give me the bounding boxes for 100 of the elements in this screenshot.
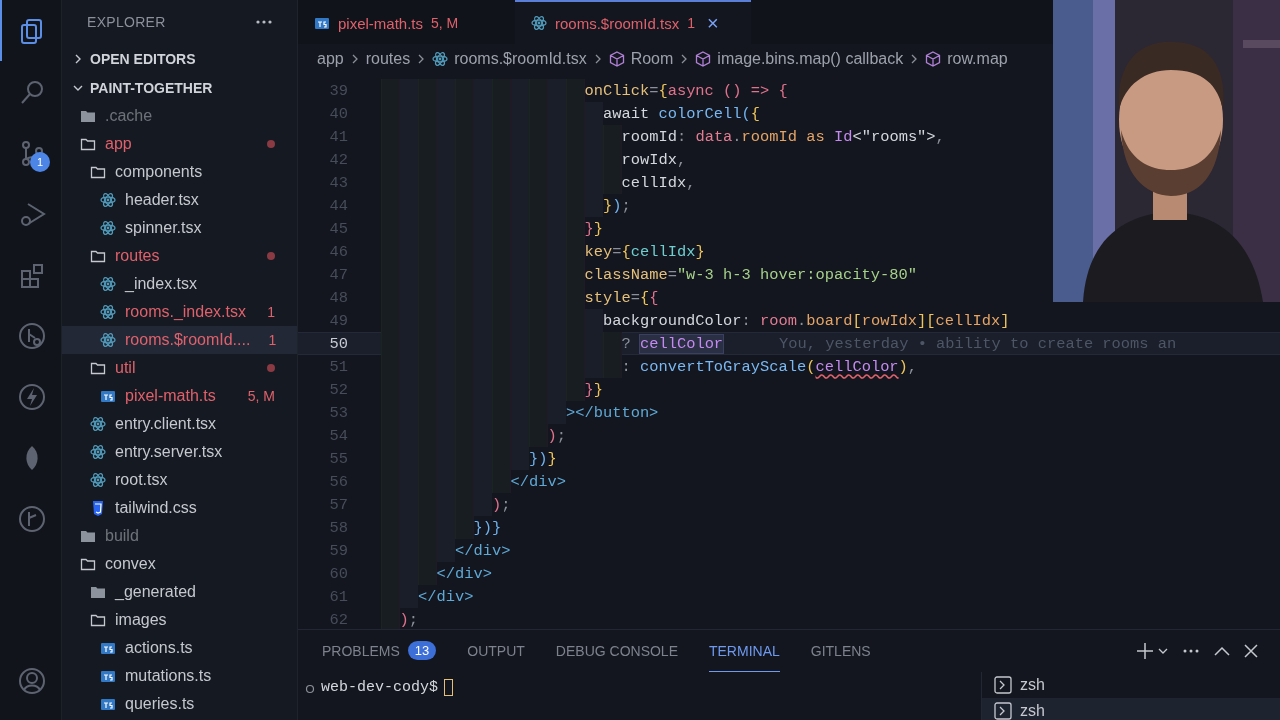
editor-tab[interactable]: pixel-math.ts 5, M <box>298 0 515 44</box>
status-label: 5, M <box>431 15 459 31</box>
section-header[interactable]: PAINT-TOGETHER <box>62 73 297 102</box>
activity-button[interactable]: 1 <box>0 122 61 183</box>
status-label: 5, M <box>247 388 275 404</box>
file-name[interactable]: rooms.$roomId.... <box>125 331 251 349</box>
terminal-item[interactable]: zsh <box>982 672 1280 698</box>
breadcrumb-item[interactable]: rooms.$roomId.tsx <box>454 50 587 68</box>
tab-title: pixel-math.ts <box>338 14 424 32</box>
code-line: }} <box>584 219 603 238</box>
line-number: 56 <box>328 472 348 491</box>
panel-tab[interactable]: PROBLEMS 13 <box>322 630 437 672</box>
code-line: cellIdx, <box>621 173 696 192</box>
status-label: 1 <box>687 15 695 31</box>
breadcrumb-item[interactable]: routes <box>365 50 411 68</box>
line-number: 47 <box>328 265 348 284</box>
line-number: 61 <box>328 587 348 606</box>
panel-tab[interactable]: DEBUG CONSOLE <box>555 630 678 672</box>
code-line: ); <box>399 610 418 629</box>
react-icon <box>432 51 449 67</box>
chevron-up-icon <box>1214 646 1230 656</box>
breadcrumb-item[interactable]: row.map <box>947 50 1008 68</box>
file-name[interactable]: pixel-math.ts <box>125 387 216 405</box>
file-name[interactable]: _index.tsx <box>125 275 198 293</box>
code-line: roomId: data.roomId as Id<"rooms">, <box>621 127 945 146</box>
branch-circle-icon <box>17 504 46 533</box>
file-name[interactable]: entry.server.tsx <box>115 443 223 461</box>
tab-title: rooms.$roomId.tsx <box>555 14 680 32</box>
line-number: 39 <box>328 81 348 100</box>
file-name[interactable]: .cache <box>105 107 153 125</box>
react-icon <box>100 276 116 292</box>
code-line: key={cellIdx} <box>584 242 705 261</box>
typescript-file-icon <box>100 388 116 404</box>
line-number: 50 <box>328 334 348 353</box>
file-name[interactable]: mutations.ts <box>125 667 212 685</box>
folder-icon <box>80 108 96 124</box>
plus-icon <box>1136 642 1154 660</box>
close-button[interactable]: × <box>707 11 719 35</box>
code-line: </div> <box>418 587 474 606</box>
panel-title: EXPLORER <box>87 14 166 30</box>
typescript-file-icon <box>100 640 116 656</box>
panel-tab[interactable]: OUTPUT <box>467 630 525 672</box>
line-number: 41 <box>328 127 348 146</box>
branch-circle-icon <box>17 321 46 350</box>
react-icon <box>531 15 547 31</box>
breadcrumb-item[interactable]: Room <box>630 50 674 68</box>
panel-tab[interactable]: GITLENS <box>810 630 871 672</box>
react-icon <box>90 416 106 432</box>
breadcrumb-item[interactable]: app <box>317 50 344 68</box>
react-icon <box>90 472 106 488</box>
circle-icon <box>305 684 315 694</box>
lightning-icon <box>17 382 46 411</box>
line-number: 58 <box>328 518 348 537</box>
file-name[interactable]: rooms._index.tsx <box>125 303 246 321</box>
file-name[interactable]: entry.client.tsx <box>115 415 217 433</box>
code-line: </div> <box>455 541 511 560</box>
editor-tab[interactable]: rooms.$roomId.tsx 1 × <box>515 0 751 44</box>
code-line: </div> <box>510 472 566 491</box>
css-file-icon <box>90 500 106 516</box>
account-icon <box>17 667 46 695</box>
file-name[interactable]: root.tsx <box>115 471 168 489</box>
code-line: rowIdx, <box>621 150 687 169</box>
more-icon <box>255 19 273 25</box>
code-line: className="w-3 h-3 hover:opacity-80" <box>584 265 917 284</box>
section-header[interactable]: OPEN EDITORS <box>62 44 297 73</box>
file-name[interactable]: _generated <box>115 583 196 601</box>
file-name[interactable]: build <box>105 527 139 545</box>
more-icon <box>1182 648 1200 654</box>
line-number: 45 <box>328 219 348 238</box>
selected-row[interactable]: rooms.$roomId.... 1 <box>62 326 297 354</box>
breadcrumb-item[interactable]: image.bins.map() callback <box>717 50 904 68</box>
file-name[interactable]: components <box>115 163 203 181</box>
status-label: 1 <box>267 304 275 320</box>
cube-icon <box>925 51 942 67</box>
file-name[interactable]: convex <box>105 555 156 573</box>
file-name[interactable]: actions.ts <box>125 639 193 657</box>
file-name[interactable]: header.tsx <box>125 191 199 209</box>
file-name[interactable]: queries.ts <box>125 695 195 713</box>
file-name[interactable]: images <box>115 611 167 629</box>
line-number: 57 <box>328 495 348 514</box>
file-name[interactable]: app <box>105 135 132 153</box>
line-number: 48 <box>328 288 348 307</box>
code-line: onClick={async () => { <box>584 81 788 100</box>
line-number: 62 <box>328 610 348 629</box>
folder-icon <box>90 248 106 264</box>
code-line: ? cellColor <box>621 334 724 353</box>
terminal-prompt: web-dev-cody$ <box>321 679 439 696</box>
typescript-file-icon <box>100 668 116 684</box>
terminal-item[interactable]: zsh <box>982 698 1280 720</box>
code-line: ></button> <box>566 403 659 422</box>
panel-tab[interactable]: TERMINAL <box>709 630 780 672</box>
folder-icon <box>90 612 106 628</box>
line-number: 51 <box>328 357 348 376</box>
file-name[interactable]: util <box>115 359 136 377</box>
line-number: 44 <box>328 196 348 215</box>
folder-icon <box>80 136 96 152</box>
file-name[interactable]: tailwind.css <box>115 499 197 517</box>
file-name[interactable]: spinner.tsx <box>125 219 202 237</box>
blame-annotation: You, yesterday • ability to create rooms an <box>779 334 1177 353</box>
file-name[interactable]: routes <box>115 247 160 265</box>
